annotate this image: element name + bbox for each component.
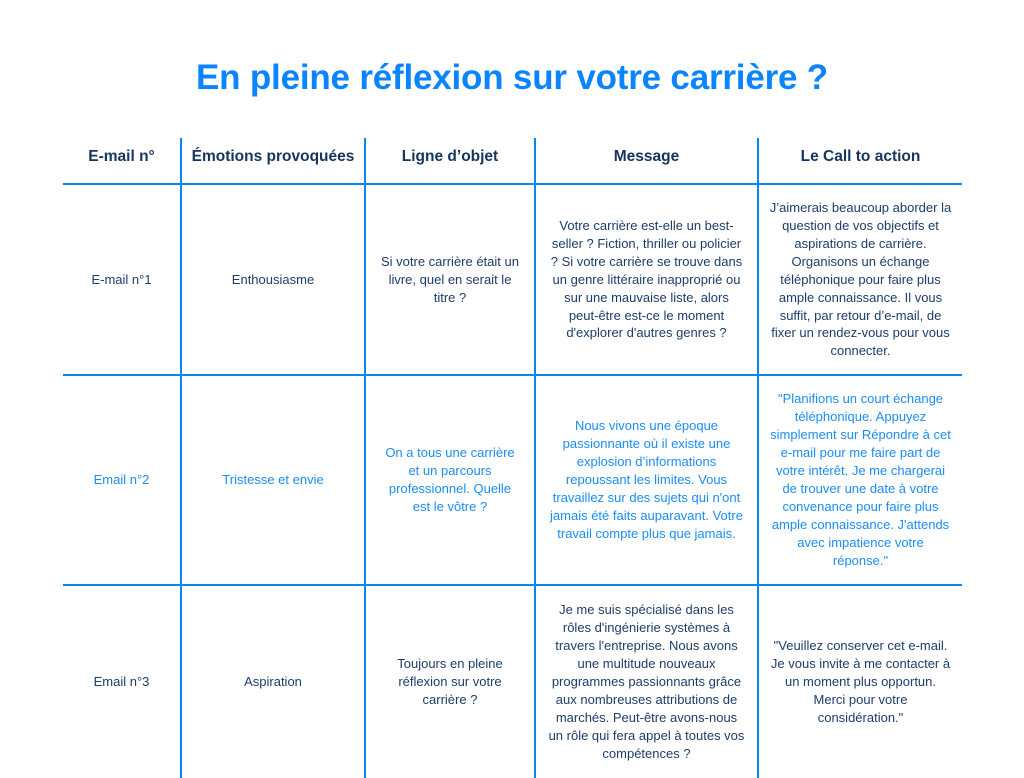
cell-subject-line: Toujours en pleine réflexion sur votre c… [365, 584, 536, 778]
table-row: E-mail n°1 Enthousiasme Si votre carrièr… [63, 183, 962, 377]
cell-message: Je me suis spécialisé dans les rôles d'i… [535, 584, 759, 778]
email-number-text: Email n°2 [93, 472, 150, 488]
cell-message: Nous vivons une époque passionnante où i… [535, 375, 759, 586]
cell-subject-line: On a tous une carrière et un parcours pr… [365, 375, 536, 586]
cell-email-number: Email n°2 [63, 375, 182, 586]
column-header-label: E-mail n° [88, 148, 155, 165]
column-header-call-to-action: Le Call to action [758, 138, 962, 185]
column-header-emotions: Émotions provoquées [181, 138, 366, 185]
slide-canvas: En pleine réflexion sur votre carrière ?… [0, 0, 1024, 778]
table-header-row: E-mail n° Émotions provoquées Ligne d’ob… [63, 138, 962, 185]
email-sequence-table-wrapper: E-mail n° Émotions provoquées Ligne d’ob… [63, 138, 962, 778]
message-text: Nous vivons une époque passionnante où i… [550, 418, 743, 541]
cell-email-number: E-mail n°1 [63, 183, 182, 377]
emotion-text: Tristesse et envie [222, 472, 324, 488]
cell-emotion: Enthousiasme [181, 183, 366, 377]
table-row: Email n°3 Aspiration Toujours en pleine … [63, 584, 962, 778]
column-header-label: Émotions provoquées [191, 148, 355, 165]
emotion-text: Enthousiasme [231, 271, 315, 287]
cell-email-number: Email n°3 [63, 584, 182, 778]
call-to-action-text: "Planifions un court échange téléphoniqu… [770, 391, 951, 568]
cell-emotion: Aspiration [181, 584, 366, 778]
column-header-message: Message [535, 138, 759, 185]
subject-line-text: Si votre carrière était un livre, quel e… [380, 253, 519, 305]
subject-line-text: On a tous une carrière et un parcours pr… [385, 445, 515, 514]
page-title: En pleine réflexion sur votre carrière ? [196, 58, 828, 97]
email-number-text: Email n°3 [93, 673, 150, 689]
cell-emotion: Tristesse et envie [181, 375, 366, 586]
emotion-text: Aspiration [244, 673, 302, 689]
message-text: Votre carrière est-elle un best-seller ?… [550, 217, 743, 341]
subject-line-text: Toujours en pleine réflexion sur votre c… [397, 655, 503, 707]
cell-call-to-action: J’aimerais beaucoup aborder la question … [758, 183, 962, 377]
cell-call-to-action: "Veuillez conserver cet e-mail. Je vous … [758, 584, 962, 778]
cell-call-to-action: "Planifions un court échange téléphoniqu… [758, 375, 962, 586]
column-header-label: Le Call to action [800, 148, 921, 165]
cell-message: Votre carrière est-elle un best-seller ?… [535, 183, 759, 377]
table-body: E-mail n°1 Enthousiasme Si votre carrièr… [63, 183, 962, 778]
table-row: Email n°2 Tristesse et envie On a tous u… [63, 375, 962, 586]
email-sequence-table: E-mail n° Émotions provoquées Ligne d’ob… [63, 138, 962, 778]
column-header-label: Ligne d’objet [401, 148, 499, 165]
column-header-subject-line: Ligne d’objet [365, 138, 536, 185]
cell-subject-line: Si votre carrière était un livre, quel e… [365, 183, 536, 377]
email-number-text: E-mail n°1 [91, 271, 152, 287]
column-header-email-number: E-mail n° [63, 138, 182, 185]
message-text: Je me suis spécialisé dans les rôles d'i… [548, 602, 745, 761]
column-header-label: Message [613, 148, 680, 165]
call-to-action-text: J’aimerais beaucoup aborder la question … [769, 199, 952, 359]
table-header: E-mail n° Émotions provoquées Ligne d’ob… [63, 138, 962, 185]
call-to-action-text: "Veuillez conserver cet e-mail. Je vous … [770, 637, 951, 725]
